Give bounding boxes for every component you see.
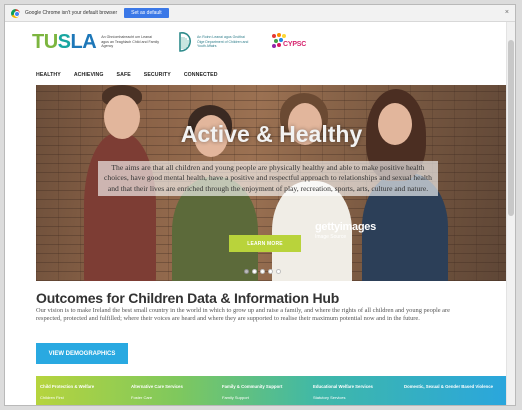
carousel-dot[interactable] bbox=[244, 269, 249, 274]
carousel-dot[interactable] bbox=[276, 269, 281, 274]
service-column: Alternative Care Services Foster Care bbox=[131, 384, 222, 405]
carousel-dots bbox=[244, 269, 281, 274]
department-name: An Roinn Leanaí agus Gnóthaí Óige Depart… bbox=[197, 35, 249, 49]
service-column: Child Protection & Welfare Children Firs… bbox=[40, 384, 131, 405]
cypsc-logo[interactable]: CYPSC bbox=[270, 32, 312, 54]
nav-item-security[interactable]: SECURITY bbox=[144, 72, 171, 78]
nav-item-safe[interactable]: SAFE bbox=[117, 72, 131, 78]
nav-item-healthy[interactable]: HEALTHY bbox=[36, 72, 61, 78]
learn-more-button[interactable]: LEARN MORE bbox=[229, 235, 301, 252]
scrollbar-thumb[interactable] bbox=[508, 40, 514, 216]
close-icon[interactable]: × bbox=[505, 9, 509, 16]
set-default-button[interactable]: Set as default bbox=[124, 8, 169, 18]
getty-credit: Image Source bbox=[315, 234, 347, 240]
cypsc-wordmark: CYPSC bbox=[283, 41, 307, 48]
getty-watermark: gettyimages Image Source bbox=[315, 221, 376, 240]
tusla-logo[interactable]: TUSLA An Ghníomhaireacht um Leanaí agus … bbox=[32, 32, 159, 52]
chrome-icon bbox=[11, 8, 20, 18]
service-column: Family & Community Support Family Suppor… bbox=[222, 384, 313, 405]
hero-carousel: Active & Healthy The aims are that all c… bbox=[36, 85, 507, 281]
page-title: Outcomes for Children Data & Information… bbox=[36, 290, 340, 306]
tusla-wordmark: TUSLA bbox=[32, 31, 97, 53]
infobar-message: Google Chrome isn't your default browser bbox=[25, 10, 118, 16]
browser-window: Google Chrome isn't your default browser… bbox=[4, 4, 516, 406]
services-band: Child Protection & Welfare Children Firs… bbox=[36, 376, 507, 405]
carousel-dot[interactable] bbox=[268, 269, 273, 274]
service-heading[interactable]: Family & Community Support bbox=[222, 384, 313, 389]
hero-photo-person bbox=[84, 133, 156, 281]
service-link[interactable]: Foster Care bbox=[131, 395, 222, 400]
service-column: Domestic, Sexual & Gender Based Violence bbox=[404, 384, 495, 405]
service-heading[interactable]: Alternative Care Services bbox=[131, 384, 222, 389]
nav-item-connected[interactable]: CONNECTED bbox=[184, 72, 218, 78]
service-heading[interactable]: Child Protection & Welfare bbox=[40, 384, 131, 389]
carousel-dot[interactable] bbox=[252, 269, 257, 274]
page-content: TUSLA An Ghníomhaireacht um Leanaí agus … bbox=[5, 22, 507, 405]
page-scrollbar[interactable] bbox=[506, 22, 515, 405]
view-demographics-button[interactable]: VIEW DEMOGRAPHICS bbox=[36, 343, 128, 364]
harp-icon bbox=[179, 32, 191, 52]
department-logo[interactable]: An Roinn Leanaí agus Gnóthaí Óige Depart… bbox=[177, 31, 249, 53]
service-link[interactable]: Family Support bbox=[222, 395, 313, 400]
default-browser-infobar: Google Chrome isn't your default browser… bbox=[5, 5, 515, 22]
hero-title: Active & Healthy bbox=[180, 121, 363, 147]
service-heading[interactable]: Domestic, Sexual & Gender Based Violence bbox=[404, 384, 495, 389]
carousel-dot[interactable] bbox=[260, 269, 265, 274]
vision-statement: Our vision is to make Ireland the best s… bbox=[36, 307, 450, 323]
nav-item-achieving[interactable]: ACHIEVING bbox=[74, 72, 104, 78]
main-nav: HEALTHY ACHIEVING SAFE SECURITY CONNECTE… bbox=[36, 72, 218, 78]
getty-wordmark: gettyimages bbox=[315, 221, 376, 233]
tusla-tagline: An Ghníomhaireacht um Leanaí agus an Tea… bbox=[101, 34, 160, 49]
service-heading[interactable]: Educational Welfare Services bbox=[313, 384, 404, 389]
service-link[interactable]: Children First bbox=[40, 395, 131, 400]
hero-description: The aims are that all children and young… bbox=[98, 161, 438, 197]
service-column: Educational Welfare Services Statutory S… bbox=[313, 384, 404, 405]
service-link[interactable]: Statutory Services bbox=[313, 395, 404, 400]
